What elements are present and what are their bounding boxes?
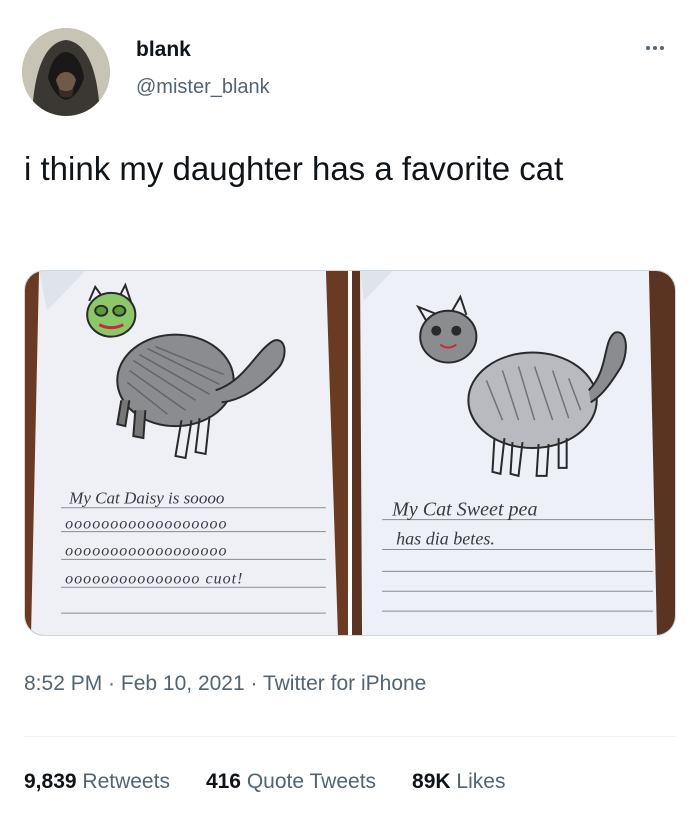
tweet-time[interactable]: 8:52 PM: [24, 672, 102, 695]
right-caption-line-1: My Cat Sweet pea: [391, 499, 537, 521]
divider: [24, 736, 676, 737]
tweet-media: My Cat Daisy is soooo oooooooooooooooooo…: [24, 270, 676, 636]
likes-stat[interactable]: 89K Likes: [412, 770, 505, 794]
meta-separator: ·: [244, 672, 263, 695]
left-caption-line-2: oooooooooooooooooo: [65, 516, 227, 533]
left-caption-line-4: ooooooooooooooo cuot!: [65, 570, 243, 587]
meta-separator: ·: [102, 672, 121, 695]
more-horizontal-icon: [646, 46, 664, 50]
quote-tweets-count: 416: [205, 770, 241, 793]
likes-count: 89K: [412, 770, 451, 793]
photo-left-cat-drawing[interactable]: My Cat Daisy is soooo oooooooooooooooooo…: [25, 271, 348, 635]
left-caption-line-3: oooooooooooooooooo: [65, 542, 227, 559]
tweet-meta: 8:52 PM · Feb 10, 2021 · Twitter for iPh…: [24, 672, 426, 696]
tweet-source-link[interactable]: Twitter for iPhone: [263, 672, 426, 695]
tweet-date[interactable]: Feb 10, 2021: [121, 672, 245, 695]
retweets-count: 9,839: [24, 770, 77, 793]
left-caption-line-1: My Cat Daisy is soooo: [68, 489, 224, 508]
more-options-button[interactable]: [638, 38, 672, 58]
retweets-label: Retweets: [82, 770, 170, 793]
hooded-figure-avatar-image: [22, 28, 110, 116]
retweets-stat[interactable]: 9,839 Retweets: [24, 770, 170, 794]
tweet-stats: 9,839 Retweets 416 Quote Tweets 89K Like…: [24, 770, 505, 794]
likes-label: Likes: [456, 770, 506, 793]
quote-tweets-stat[interactable]: 416 Quote Tweets: [206, 770, 376, 794]
quote-tweets-label: Quote Tweets: [246, 770, 377, 793]
author-avatar[interactable]: [22, 28, 110, 116]
photo-right-cat-drawing[interactable]: My Cat Sweet pea has dia betes.: [352, 271, 675, 635]
tweet-text: i think my daughter has a favorite cat: [24, 150, 564, 187]
author-handle[interactable]: @mister_blank: [136, 76, 270, 99]
right-caption-line-2: has dia betes.: [396, 529, 495, 549]
author-name[interactable]: blank: [136, 38, 191, 62]
